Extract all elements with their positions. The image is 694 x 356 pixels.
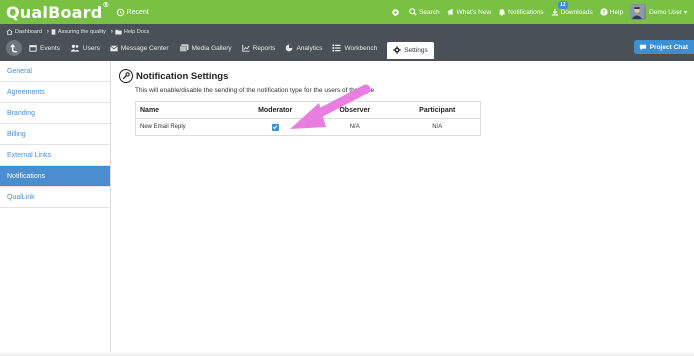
users-icon <box>70 44 80 52</box>
sidebar-item-label: Billing <box>7 130 26 138</box>
wrench-icon <box>119 69 133 83</box>
notifications-button[interactable]: Notifications 12 <box>498 1 568 16</box>
tab-label: Workbench <box>344 44 378 52</box>
search-label: Search <box>419 8 440 16</box>
participant-value: N/A <box>432 124 443 130</box>
sidebar-item-label: External Links <box>7 151 51 159</box>
sidebar-item-notifications[interactable]: Notifications <box>0 166 110 187</box>
sidebar-item-billing[interactable]: Billing <box>0 124 110 145</box>
gear-icon <box>392 8 399 16</box>
download-icon <box>551 8 558 16</box>
sidebar-item-branding[interactable]: Branding <box>0 103 110 124</box>
pointer-arrow-annotation <box>290 84 371 129</box>
user-menu[interactable]: Demo User ▾ <box>630 4 687 20</box>
chevron-down-icon: ▾ <box>683 9 687 16</box>
downloads-button[interactable]: Downloads <box>551 8 593 16</box>
project-chat-button[interactable]: Project Chat <box>633 40 694 54</box>
tab-label: Analytics <box>296 44 323 52</box>
search-icon <box>409 8 417 16</box>
calendar-icon <box>29 45 37 52</box>
tab-workbench[interactable]: Workbench <box>332 40 377 56</box>
tab-media-gallery[interactable]: Media Gallery <box>178 40 232 56</box>
tab-label: Settings <box>404 46 428 54</box>
history-icon <box>116 8 124 16</box>
pie-chart-icon <box>286 44 293 52</box>
sidebar-item-quallink[interactable]: QualLink <box>0 187 110 208</box>
sidebar-item-label: Branding <box>7 109 36 117</box>
whats-new-button[interactable]: What's New <box>447 8 491 16</box>
breadcrumb-project[interactable]: Assuring the quality <box>58 29 106 35</box>
question-circle-icon: ? <box>600 8 608 16</box>
sidebar-item-label: QualLink <box>7 193 35 201</box>
moderator-checkbox[interactable] <box>271 123 279 131</box>
back-arrow-icon <box>9 43 17 52</box>
column-header-name: Name <box>140 106 160 114</box>
gear-icon <box>393 46 401 54</box>
folder-icon <box>115 29 122 35</box>
downloads-label: Downloads <box>560 8 593 16</box>
back-button[interactable] <box>6 40 22 56</box>
breadcrumb-dashboard[interactable]: Dashboard <box>15 29 42 35</box>
tab-label: Message Center <box>120 44 169 52</box>
user-name: Demo User <box>649 8 682 16</box>
page: QualBoard® Recent Search What's New Noti… <box>0 0 694 356</box>
tab-label: Users <box>82 44 100 52</box>
project-chat-label: Project Chat <box>649 43 688 51</box>
settings-sidebar: General Agreements Branding Billing Exte… <box>0 61 111 356</box>
app-logo[interactable]: QualBoard® <box>6 0 110 22</box>
sidebar-item-label: General <box>7 67 32 75</box>
notification-name: New Email Reply <box>140 124 186 130</box>
page-header: Notification Settings <box>119 69 228 83</box>
tab-events[interactable]: Events <box>29 40 60 56</box>
home-icon <box>6 29 13 35</box>
user-photo-icon <box>630 5 645 19</box>
list-icon <box>332 44 341 52</box>
nav-bar: Dashboard › Assuring the quality › Help … <box>0 24 694 61</box>
logo-text: QualBoard <box>6 2 103 22</box>
search-button[interactable]: Search <box>409 8 440 16</box>
chat-bubble-icon <box>639 44 646 50</box>
sidebar-item-external-links[interactable]: External Links <box>0 145 110 166</box>
sidebar-item-label: Agreements <box>7 88 45 96</box>
page-title: Notification Settings <box>136 70 229 82</box>
breadcrumb-help-docs[interactable]: Help Docs <box>124 29 149 35</box>
tab-message-center[interactable]: Message Center <box>110 40 169 56</box>
help-label: Help <box>609 8 624 16</box>
envelope-icon <box>110 45 118 51</box>
tab-label: Reports <box>252 44 276 52</box>
sidebar-item-general[interactable]: General <box>0 61 110 82</box>
main-content: Notification Settings This will enable/d… <box>111 61 694 356</box>
logo-registered-mark: ® <box>102 0 110 9</box>
tab-analytics[interactable]: Analytics <box>285 40 322 56</box>
chevron-right-icon: › <box>110 29 113 35</box>
notifications-count-badge: 12 <box>558 1 568 9</box>
line-chart-icon <box>241 44 250 52</box>
tab-users[interactable]: Users <box>70 40 100 56</box>
tab-settings[interactable]: Settings <box>387 41 434 59</box>
sidebar-item-label: Notifications <box>7 172 46 180</box>
bell-icon <box>498 9 506 16</box>
whats-new-label: What's New <box>456 8 492 16</box>
breadcrumb: Dashboard › Assuring the quality › Help … <box>6 29 151 35</box>
svg-text:?: ? <box>602 10 605 16</box>
recent-label: Recent <box>126 8 149 16</box>
megaphone-icon <box>447 8 453 16</box>
settings-gear-button[interactable] <box>391 8 402 17</box>
document-icon <box>51 29 56 35</box>
top-bar: QualBoard® Recent Search What's New Noti… <box>0 0 694 24</box>
tab-reports[interactable]: Reports <box>241 40 276 56</box>
sidebar-item-agreements[interactable]: Agreements <box>0 82 110 103</box>
recent-button[interactable]: Recent <box>116 8 149 17</box>
tab-bar: Events Users Message Center Media Galler… <box>6 40 444 59</box>
checkmark-icon <box>273 125 278 130</box>
tab-label: Events <box>40 44 60 52</box>
chevron-right-icon: › <box>46 29 49 35</box>
notifications-label: Notifications <box>508 8 544 16</box>
column-header-participant: Participant <box>419 106 456 114</box>
images-icon <box>178 44 188 52</box>
bottom-edge <box>0 352 694 356</box>
help-button[interactable]: ? Help <box>600 8 623 16</box>
avatar <box>630 4 647 20</box>
tab-label: Media Gallery <box>191 44 232 52</box>
